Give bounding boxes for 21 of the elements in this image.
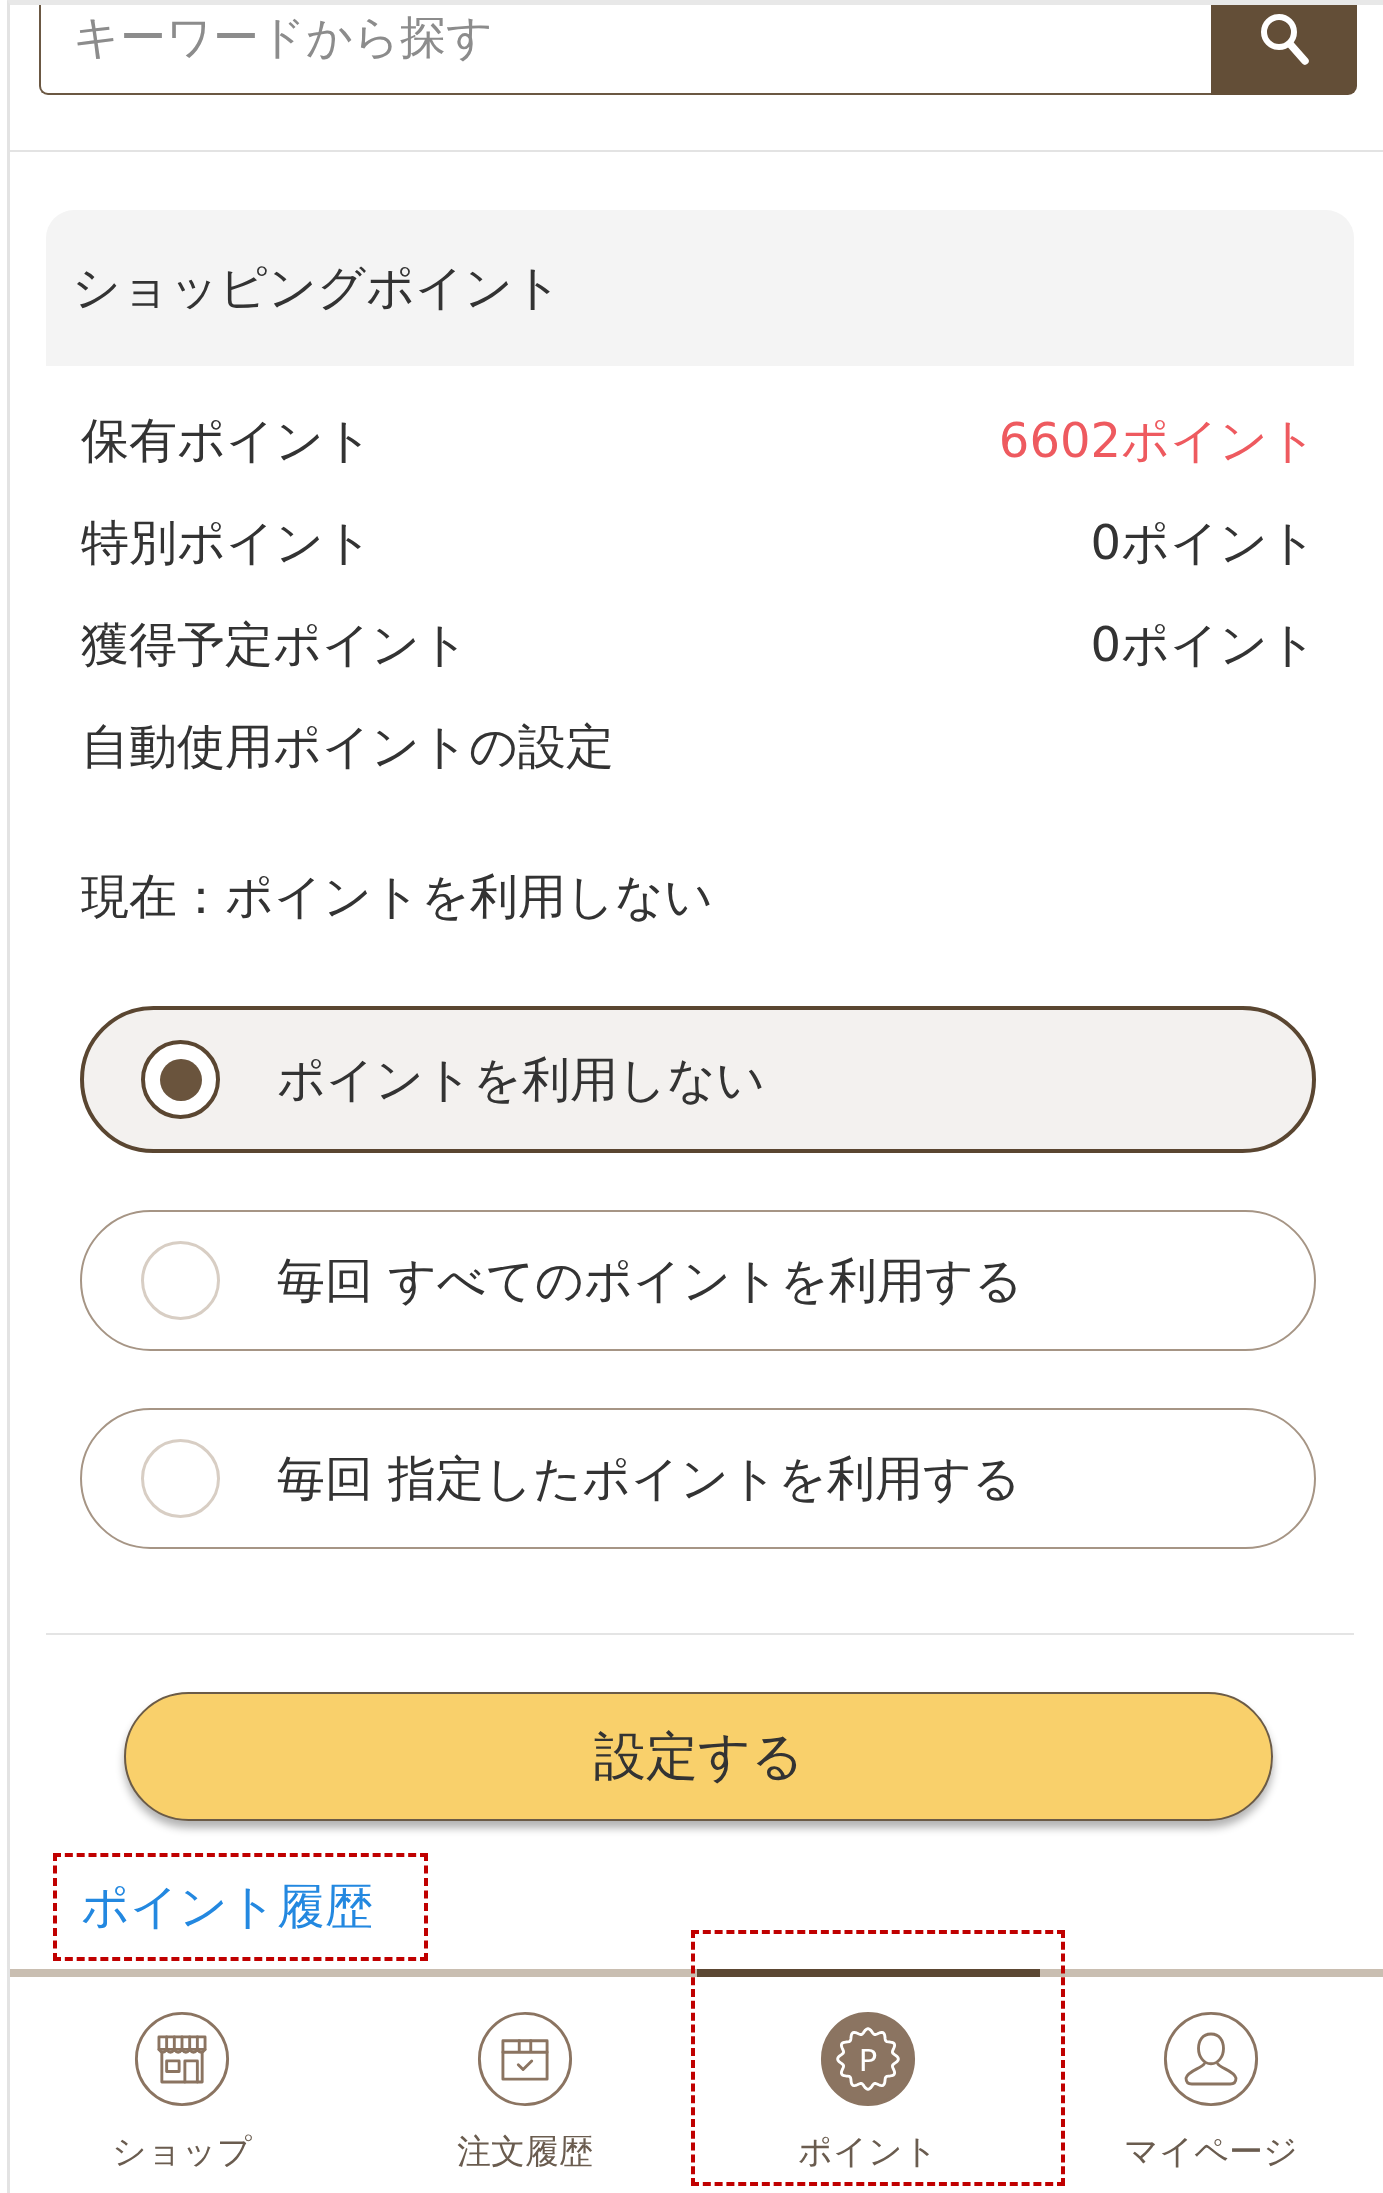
storefront-icon	[133, 2011, 230, 2107]
current-setting-text: 現在：ポイントを利用しない	[81, 867, 713, 926]
section-label: 自動使用ポイントの設定	[81, 717, 614, 776]
search-icon	[1258, 11, 1310, 67]
point-label: 特別ポイント	[81, 513, 373, 572]
box-check-icon	[476, 2011, 573, 2107]
point-badge-icon: P	[820, 2011, 917, 2107]
point-value: 0ポイント	[1090, 513, 1317, 572]
search-field[interactable]: キーワードから探す	[39, 5, 1211, 95]
submit-button[interactable]: 設定する	[124, 1692, 1273, 1821]
history-link[interactable]: ポイント履歴	[81, 1875, 373, 1939]
section-header: ショッピングポイント	[46, 210, 1354, 366]
point-value: 6602ポイント	[998, 411, 1317, 470]
point-label: 獲得予定ポイント	[81, 615, 469, 674]
radio-option[interactable]: ポイントを利用しない	[80, 1006, 1316, 1153]
point-label: 保有ポイント	[81, 411, 373, 470]
radio-option[interactable]: 毎回 すべてのポイントを利用する	[80, 1210, 1316, 1351]
person-icon	[1163, 2011, 1260, 2107]
point-value: 0ポイント	[1090, 615, 1317, 674]
radio-option[interactable]: 毎回 指定したポイントを利用する	[80, 1408, 1316, 1549]
search-button[interactable]	[1211, 5, 1357, 95]
